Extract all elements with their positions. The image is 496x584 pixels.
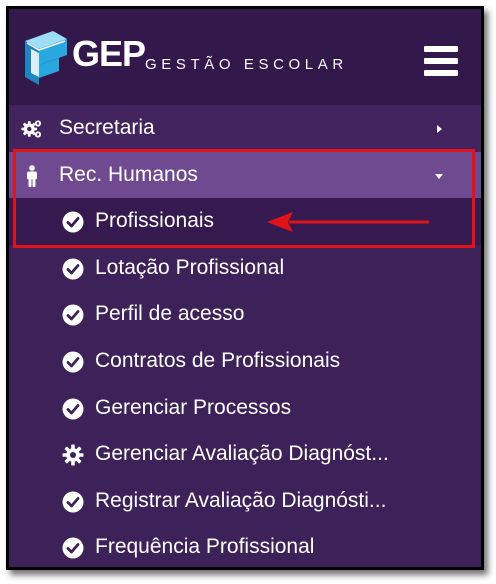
sidebar-item-secretaria[interactable]: Secretaria xyxy=(9,105,481,152)
check-circle-icon xyxy=(62,537,84,559)
logo-subtitle: GESTÃO ESCOLAR xyxy=(145,56,348,73)
submenu-item-label: Frequência Profissional xyxy=(95,535,315,559)
submenu-item-label: Gerenciar Avaliação Diagnóst... xyxy=(95,442,389,466)
check-circle-icon xyxy=(62,211,84,233)
submenu-item-gerenciar-avaliacao-diagnostica[interactable]: Gerenciar Avaliação Diagnóst... xyxy=(9,431,481,478)
sidebar-item-rec-humanos[interactable]: Rec. Humanos xyxy=(9,151,481,199)
logo-text: GEP xyxy=(72,33,146,74)
sidebar-header: GEP GESTÃO ESCOLAR xyxy=(9,9,481,105)
submenu-item-label: Profissionais xyxy=(95,209,215,233)
submenu-item-label: Gerenciar Processos xyxy=(95,395,292,419)
hamburger-menu-icon[interactable] xyxy=(424,46,458,76)
submenu-item-profissionais[interactable]: Profissionais xyxy=(9,198,481,245)
sidebar-menu: Secretaria Rec. Humanos Profissionais Lo… xyxy=(9,105,481,567)
submenu-item-label: Contratos de Profissionais xyxy=(95,348,341,372)
sidebar-panel: GEP GESTÃO ESCOLAR Secretaria Rec. Human… xyxy=(6,6,484,570)
gear-icon xyxy=(62,444,84,466)
submenu-item-contratos-de-profissionais[interactable]: Contratos de Profissionais xyxy=(9,337,481,385)
caret-down-icon xyxy=(435,173,443,179)
caret-right-icon xyxy=(437,125,442,133)
check-circle-icon xyxy=(62,258,84,280)
sidebar-item-label: Rec. Humanos xyxy=(59,162,198,186)
logo-icon xyxy=(25,31,67,85)
submenu-item-perfil-de-acesso[interactable]: Perfil de acesso xyxy=(9,291,481,338)
submenu-item-registrar-avaliacao-diagnostica[interactable]: Registrar Avaliação Diagnósti... xyxy=(9,477,481,525)
submenu-item-label: Registrar Avaliação Diagnósti... xyxy=(95,488,387,512)
submenu-item-label: Lotação Profissional xyxy=(95,255,285,279)
check-circle-icon xyxy=(62,351,84,373)
submenu-item-label: Perfil de acesso xyxy=(95,302,245,326)
check-circle-icon xyxy=(62,491,84,513)
submenu-item-frequencia-profissional[interactable]: Frequência Profissional xyxy=(9,524,481,567)
submenu-item-lotacao-profissional[interactable]: Lotação Profissional xyxy=(9,244,481,292)
check-circle-icon xyxy=(62,304,84,326)
check-circle-icon xyxy=(62,398,84,420)
gears-icon xyxy=(21,120,42,138)
sidebar-item-label: Secretaria xyxy=(59,116,155,139)
person-icon xyxy=(27,164,37,187)
submenu-item-gerenciar-processos[interactable]: Gerenciar Processos xyxy=(9,384,481,432)
